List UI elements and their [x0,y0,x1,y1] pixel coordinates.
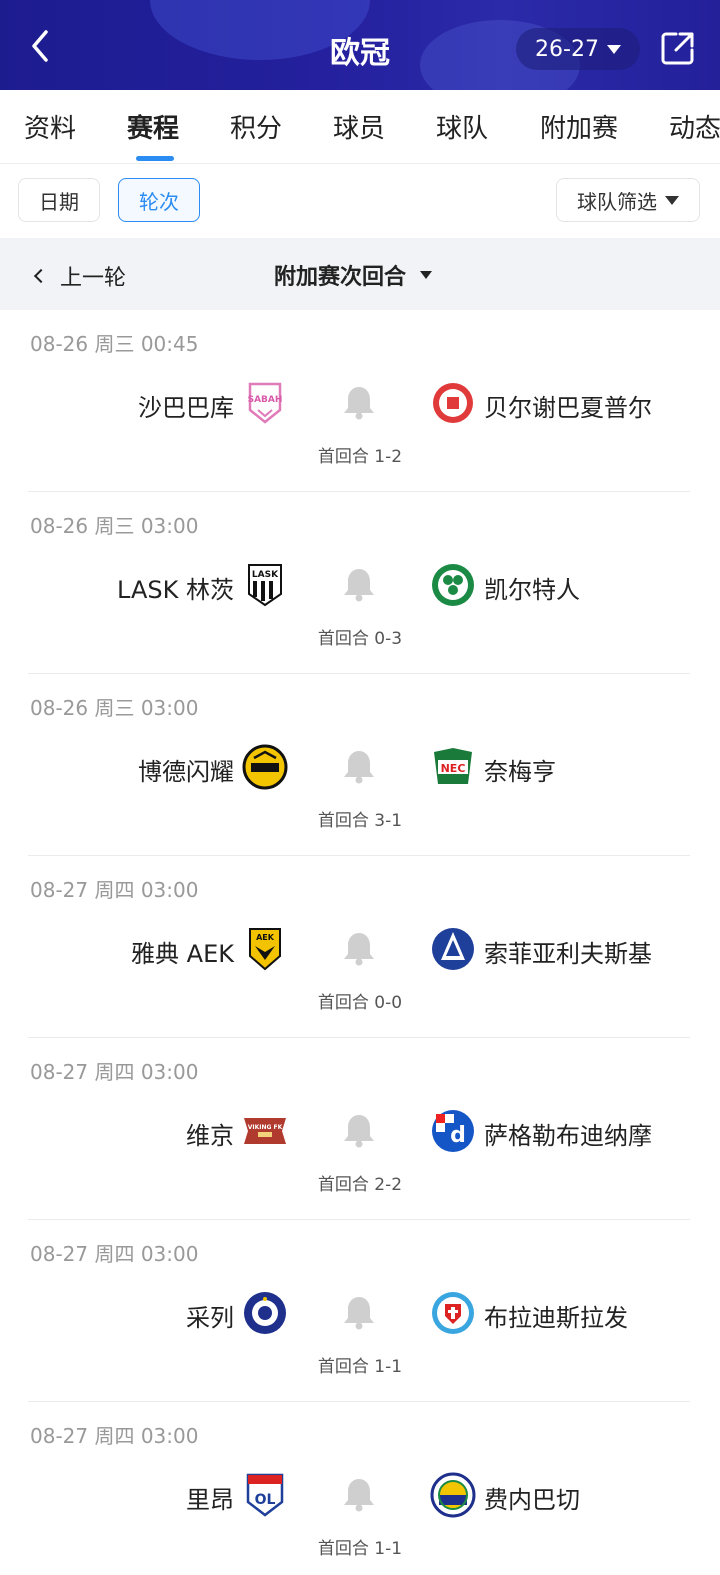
nec-logo-text: NEC [441,762,466,775]
aek-logo-icon: AEK [249,928,281,971]
round-navigation: 上一轮 附加赛次回合 [0,238,720,310]
away-team-name: 萨格勒布迪纳摩 [484,1122,652,1150]
home-team-name: 沙巴巴库 [138,394,234,422]
caret-down-icon [420,271,433,279]
match-time: 08-27 周四 03:00 [30,878,199,902]
tab-standings[interactable]: 积分 [230,108,282,145]
home-team-name: LASK 林茨 [117,576,234,604]
celtic-logo-icon [432,564,474,606]
match-time: 08-27 周四 03:00 [30,1242,199,1266]
first-leg-score: 首回合 2-2 [317,1175,403,1195]
home-team-name: 维京 [186,1122,234,1150]
bell-icon[interactable] [342,748,376,784]
filter-round-button[interactable]: 轮次 [118,178,200,222]
home-team-name: 采列 [186,1304,234,1332]
match-row[interactable]: 08-27 周四 03:00 采列 布拉迪斯拉发 首回合 1-1 [0,1220,720,1402]
first-leg-score: 首回合 1-1 [317,1357,403,1377]
tab-players[interactable]: 球员 [333,108,385,145]
share-icon[interactable] [660,30,696,66]
levski-logo-icon [432,928,474,970]
team-filter-label: 球队筛选 [577,189,657,214]
tab-teams[interactable]: 球队 [436,108,488,145]
first-leg-score: 首回合 1-1 [317,1539,403,1559]
match-row[interactable]: 08-26 周三 03:00 LASK 林茨 LASK 凯尔特人 首回合 0-3 [0,492,720,674]
filter-date-button[interactable]: 日期 [18,178,100,222]
sabah-logo-icon: SABAH [248,382,283,424]
viking-logo-icon: VIKING FK [244,1118,286,1144]
lask-logo-icon: LASK [248,564,282,607]
chevron-left-icon [33,268,49,284]
sabah-logo-text: SABAH [248,395,283,405]
previous-round-button[interactable]: 上一轮 [33,260,127,292]
lask-logo-text: LASK [252,570,279,580]
tab-bar: 资料 赛程 积分 球员 球队 附加赛 动态 [0,90,720,164]
away-team-name: 费内巴切 [484,1486,580,1514]
nec-logo-icon: NEC [434,748,472,784]
season-selector[interactable]: 26-27 [516,28,640,70]
first-leg-score: 首回合 0-0 [317,993,403,1013]
match-row[interactable]: 08-27 周四 03:00 里昂 OL 费内巴切 首回合 1-1 [0,1402,720,1575]
bell-icon[interactable] [342,930,376,966]
aek-logo-text: AEK [256,933,275,942]
previous-round-label: 上一轮 [60,266,127,291]
bell-icon[interactable] [342,1476,376,1512]
match-row[interactable]: 08-26 周三 03:00 博德闪耀 NEC 奈梅亨 首回合 3-1 [0,674,720,856]
away-team-name: 索菲亚利夫斯基 [484,940,652,968]
top-header: 欧冠 26-27 [0,0,720,90]
viking-logo-text: VIKING FK [248,1124,283,1131]
bell-icon[interactable] [342,1112,376,1148]
fenerbahce-logo-icon [430,1472,476,1518]
match-row[interactable]: 08-27 周四 03:00 维京 VIKING FK d 萨格勒布迪纳摩 首回… [0,1038,720,1220]
lyon-logo-icon: OL [246,1473,284,1517]
match-time: 08-26 周三 00:45 [30,332,199,356]
caret-down-icon [665,195,679,205]
tab-schedule[interactable]: 赛程 [127,108,179,145]
first-leg-score: 首回合 1-2 [317,447,403,467]
bell-icon[interactable] [342,1294,376,1330]
home-team-name: 博德闪耀 [138,758,234,786]
team-filter-dropdown[interactable]: 球队筛选 [556,178,700,222]
away-team-name: 贝尔谢巴夏普尔 [484,394,652,422]
first-leg-score: 首回合 3-1 [317,811,403,831]
bell-icon[interactable] [342,384,376,420]
match-row[interactable]: 08-27 周四 03:00 雅典 AEK AEK 索菲亚利夫斯基 首回合 0-… [0,856,720,1038]
beer-sheva-logo-icon [433,383,473,423]
match-row[interactable]: 08-26 周三 00:45 沙巴巴库 SABAH 贝尔谢巴夏普尔 首回合 1-… [0,310,720,492]
bell-icon[interactable] [342,566,376,602]
first-leg-score: 首回合 0-3 [317,629,403,649]
home-team-name: 雅典 AEK [131,940,234,968]
match-time: 08-26 周三 03:00 [30,696,199,720]
celje-logo-icon [244,1292,286,1334]
away-team-name: 奈梅亨 [484,758,556,786]
active-tab-indicator [136,156,174,161]
match-time: 08-27 周四 03:00 [30,1060,199,1084]
slovan-bratislava-logo-icon [432,1292,474,1334]
home-team-name: 里昂 [186,1486,234,1514]
bodo-glimt-logo-icon [242,744,288,790]
away-team-name: 凯尔特人 [484,576,580,604]
tab-info[interactable]: 资料 [24,108,76,145]
season-label: 26-27 [535,36,599,62]
away-team-name: 布拉迪斯拉发 [484,1304,628,1332]
caret-down-icon [606,44,621,54]
round-selector[interactable]: 附加赛次回合 [274,259,433,291]
lyon-logo-text: OL [255,1492,276,1508]
match-time: 08-26 周三 03:00 [30,514,199,538]
round-title-label: 附加赛次回合 [274,265,407,290]
tab-news[interactable]: 动态 [669,108,720,145]
dinamo-zagreb-logo-icon: d [432,1110,474,1152]
match-time: 08-27 周四 03:00 [30,1424,199,1448]
tab-playoffs[interactable]: 附加赛 [540,108,618,145]
dinamo-logo-text: d [450,1123,466,1148]
